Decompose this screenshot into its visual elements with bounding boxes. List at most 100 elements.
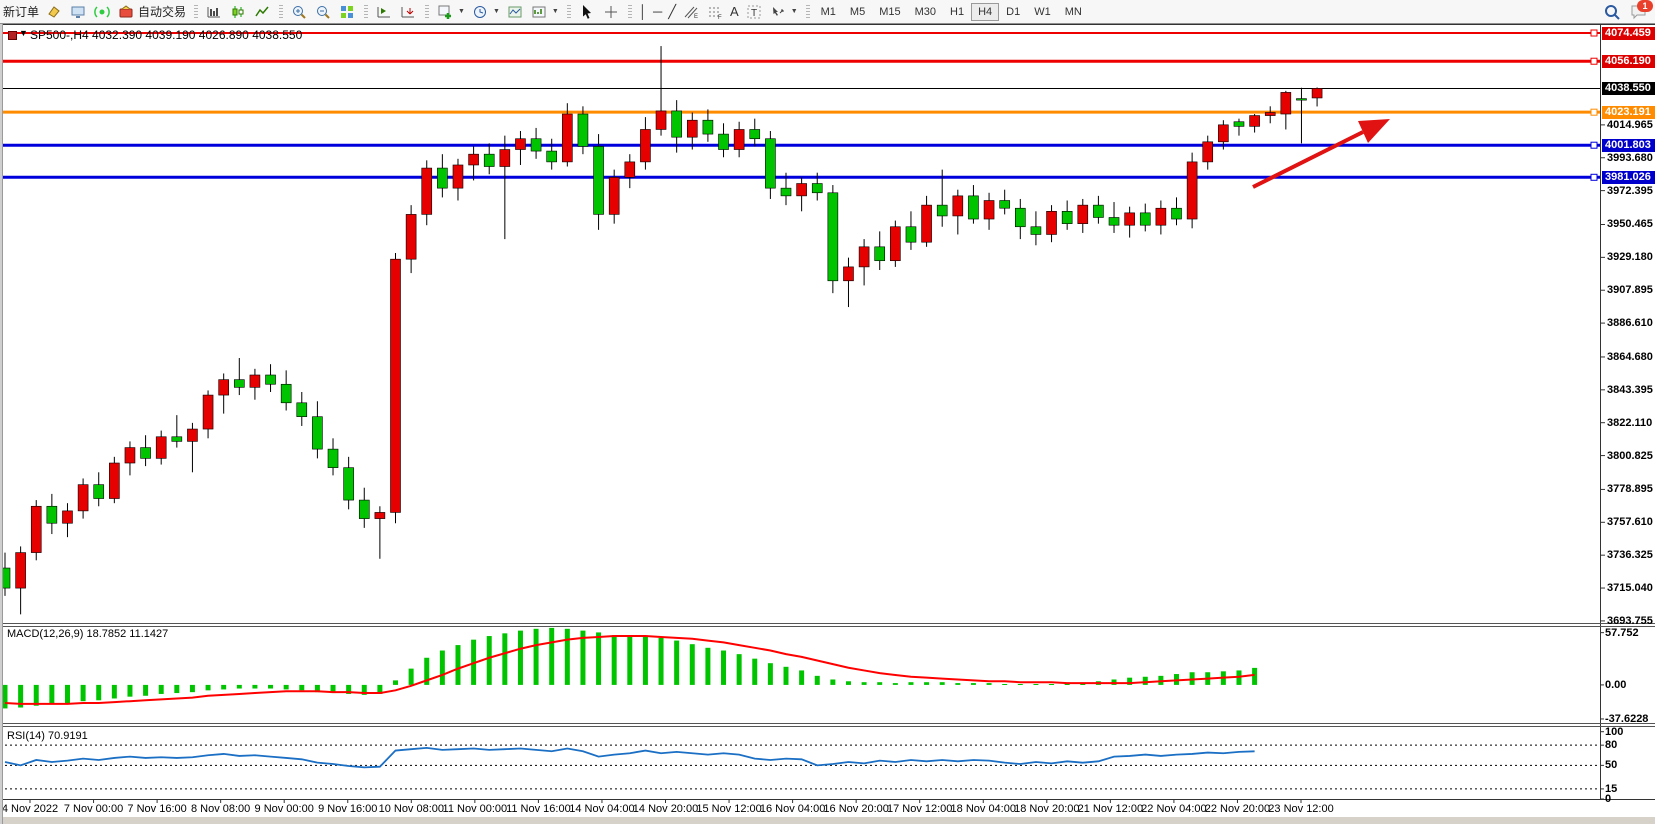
macd-histogram-bar xyxy=(96,685,101,700)
rsi-indicator-label: RSI(14) 70.9191 xyxy=(7,730,88,742)
candlestick xyxy=(391,259,401,512)
macd-histogram-bar xyxy=(737,654,742,685)
quick-panel-chevron-icon[interactable]: ▼ xyxy=(19,28,28,38)
timeframe-d1[interactable]: D1 xyxy=(999,3,1027,21)
macd-histogram-bar xyxy=(393,680,398,685)
auto-scroll-button[interactable] xyxy=(372,2,396,22)
new-chart-icon xyxy=(436,3,454,21)
price-badge: 4056.190 xyxy=(1602,55,1655,68)
macd-histogram-bar xyxy=(877,682,882,685)
timeframe-m1[interactable]: M1 xyxy=(814,3,843,21)
candlestick xyxy=(1312,88,1322,98)
macd-histogram-bar xyxy=(112,685,117,699)
arrows-icon xyxy=(769,3,787,21)
text-button[interactable]: A xyxy=(727,2,742,22)
crosshair-button[interactable] xyxy=(599,2,623,22)
macd-histogram-bar xyxy=(862,682,867,685)
signals-button[interactable] xyxy=(90,2,114,22)
auto-trading-button[interactable]: 自动交易 xyxy=(114,2,189,22)
candlestick xyxy=(281,384,291,403)
candlestick xyxy=(953,196,963,216)
candlestick xyxy=(890,227,900,261)
candlestick xyxy=(141,448,151,459)
rsi-axis-label: 100 xyxy=(1605,726,1623,738)
line-chart-button[interactable] xyxy=(250,2,274,22)
macd-histogram-bar xyxy=(627,637,632,685)
price-badge: 4023.191 xyxy=(1602,106,1655,119)
level-line-anchor xyxy=(1591,142,1597,148)
toolbar-handle[interactable] xyxy=(806,5,810,19)
chart-shift-button[interactable] xyxy=(396,2,420,22)
price-badge: 4074.459 xyxy=(1602,27,1655,40)
candlestick xyxy=(640,129,650,161)
macd-histogram-bar xyxy=(518,631,523,685)
candlestick-chart-button[interactable] xyxy=(226,2,250,22)
channel-button[interactable]: E xyxy=(679,2,703,22)
price-badge: 3981.026 xyxy=(1602,171,1655,184)
chart-area[interactable]: ▼ SP500-,H4 4032.390 4039.190 4026.890 4… xyxy=(0,24,1655,824)
price-tick-label: 3843.395 xyxy=(1607,384,1653,396)
chart-step-icon xyxy=(399,3,417,21)
macd-histogram-bar xyxy=(268,685,273,689)
candlestick xyxy=(594,146,604,214)
hline-icon: ─ xyxy=(653,5,662,18)
fibonacci-button[interactable]: F xyxy=(703,2,727,22)
search-icon[interactable] xyxy=(1603,3,1621,21)
window-left-border xyxy=(0,24,3,824)
chart-forward-icon xyxy=(375,3,393,21)
vertical-line-button[interactable]: │ xyxy=(636,2,650,22)
profiles-button[interactable]: ▼ xyxy=(527,2,562,22)
chat-button[interactable]: 1 xyxy=(1629,2,1649,22)
crosshair-icon xyxy=(602,3,620,21)
candlestick xyxy=(812,184,822,193)
history-button[interactable] xyxy=(42,2,66,22)
horizontal-line-button[interactable]: ─ xyxy=(650,2,665,22)
candlestick xyxy=(547,151,557,162)
label-button[interactable]: T xyxy=(742,2,766,22)
zoom-out-icon xyxy=(314,3,332,21)
toolbar-handle[interactable] xyxy=(628,5,632,19)
candlestick xyxy=(922,205,932,242)
candlestick xyxy=(344,468,354,500)
macd-histogram-bar xyxy=(299,685,304,690)
macd-histogram-bar xyxy=(1065,684,1070,685)
price-tick-label: 3736.325 xyxy=(1607,549,1653,561)
timeframe-w1[interactable]: W1 xyxy=(1027,3,1058,21)
arrows-tool-button[interactable]: ▼ xyxy=(766,2,801,22)
trendline-button[interactable]: ╱ xyxy=(665,2,679,22)
macd-histogram-bar xyxy=(705,648,710,685)
toolbar-handle[interactable] xyxy=(364,5,368,19)
chart-canvas[interactable] xyxy=(0,24,1655,824)
timeframe-mn[interactable]: MN xyxy=(1058,3,1089,21)
zoom-out-button[interactable] xyxy=(311,2,335,22)
new-chart-button[interactable]: ▼ xyxy=(433,2,468,22)
macd-histogram-bar xyxy=(3,685,8,709)
timeframe-m30[interactable]: M30 xyxy=(908,3,943,21)
macd-axis-label: 0.00 xyxy=(1605,679,1626,691)
cursor-button[interactable] xyxy=(575,2,599,22)
tile-windows-button[interactable] xyxy=(335,2,359,22)
new-order-button[interactable]: 新订单 xyxy=(0,2,42,22)
candlestick xyxy=(437,168,447,188)
toolbar-handle[interactable] xyxy=(425,5,429,19)
candlestick xyxy=(203,395,213,429)
bar-chart-button[interactable] xyxy=(202,2,226,22)
date-label: 23 Nov 12:00 xyxy=(1256,803,1346,815)
toolbar-handle[interactable] xyxy=(567,5,571,19)
zoom-in-button[interactable] xyxy=(287,2,311,22)
candlestick xyxy=(47,506,57,523)
chevron-down-icon: ▼ xyxy=(552,8,559,15)
price-tick-label: 3778.895 xyxy=(1607,483,1653,495)
timeframe-h1[interactable]: H1 xyxy=(943,3,971,21)
timeframe-h4[interactable]: H4 xyxy=(971,3,999,21)
macd-axis-label: 57.752 xyxy=(1605,627,1639,639)
toolbar-handle[interactable] xyxy=(194,5,198,19)
toolbar-handle[interactable] xyxy=(279,5,283,19)
timeframe-m15[interactable]: M15 xyxy=(872,3,907,21)
symbol-marker-icon[interactable] xyxy=(8,31,17,40)
timeframe-m5[interactable]: M5 xyxy=(843,3,872,21)
templates-button[interactable] xyxy=(503,2,527,22)
period-button[interactable]: ▼ xyxy=(468,2,503,22)
terminal-button[interactable] xyxy=(66,2,90,22)
candlestick xyxy=(359,500,369,519)
